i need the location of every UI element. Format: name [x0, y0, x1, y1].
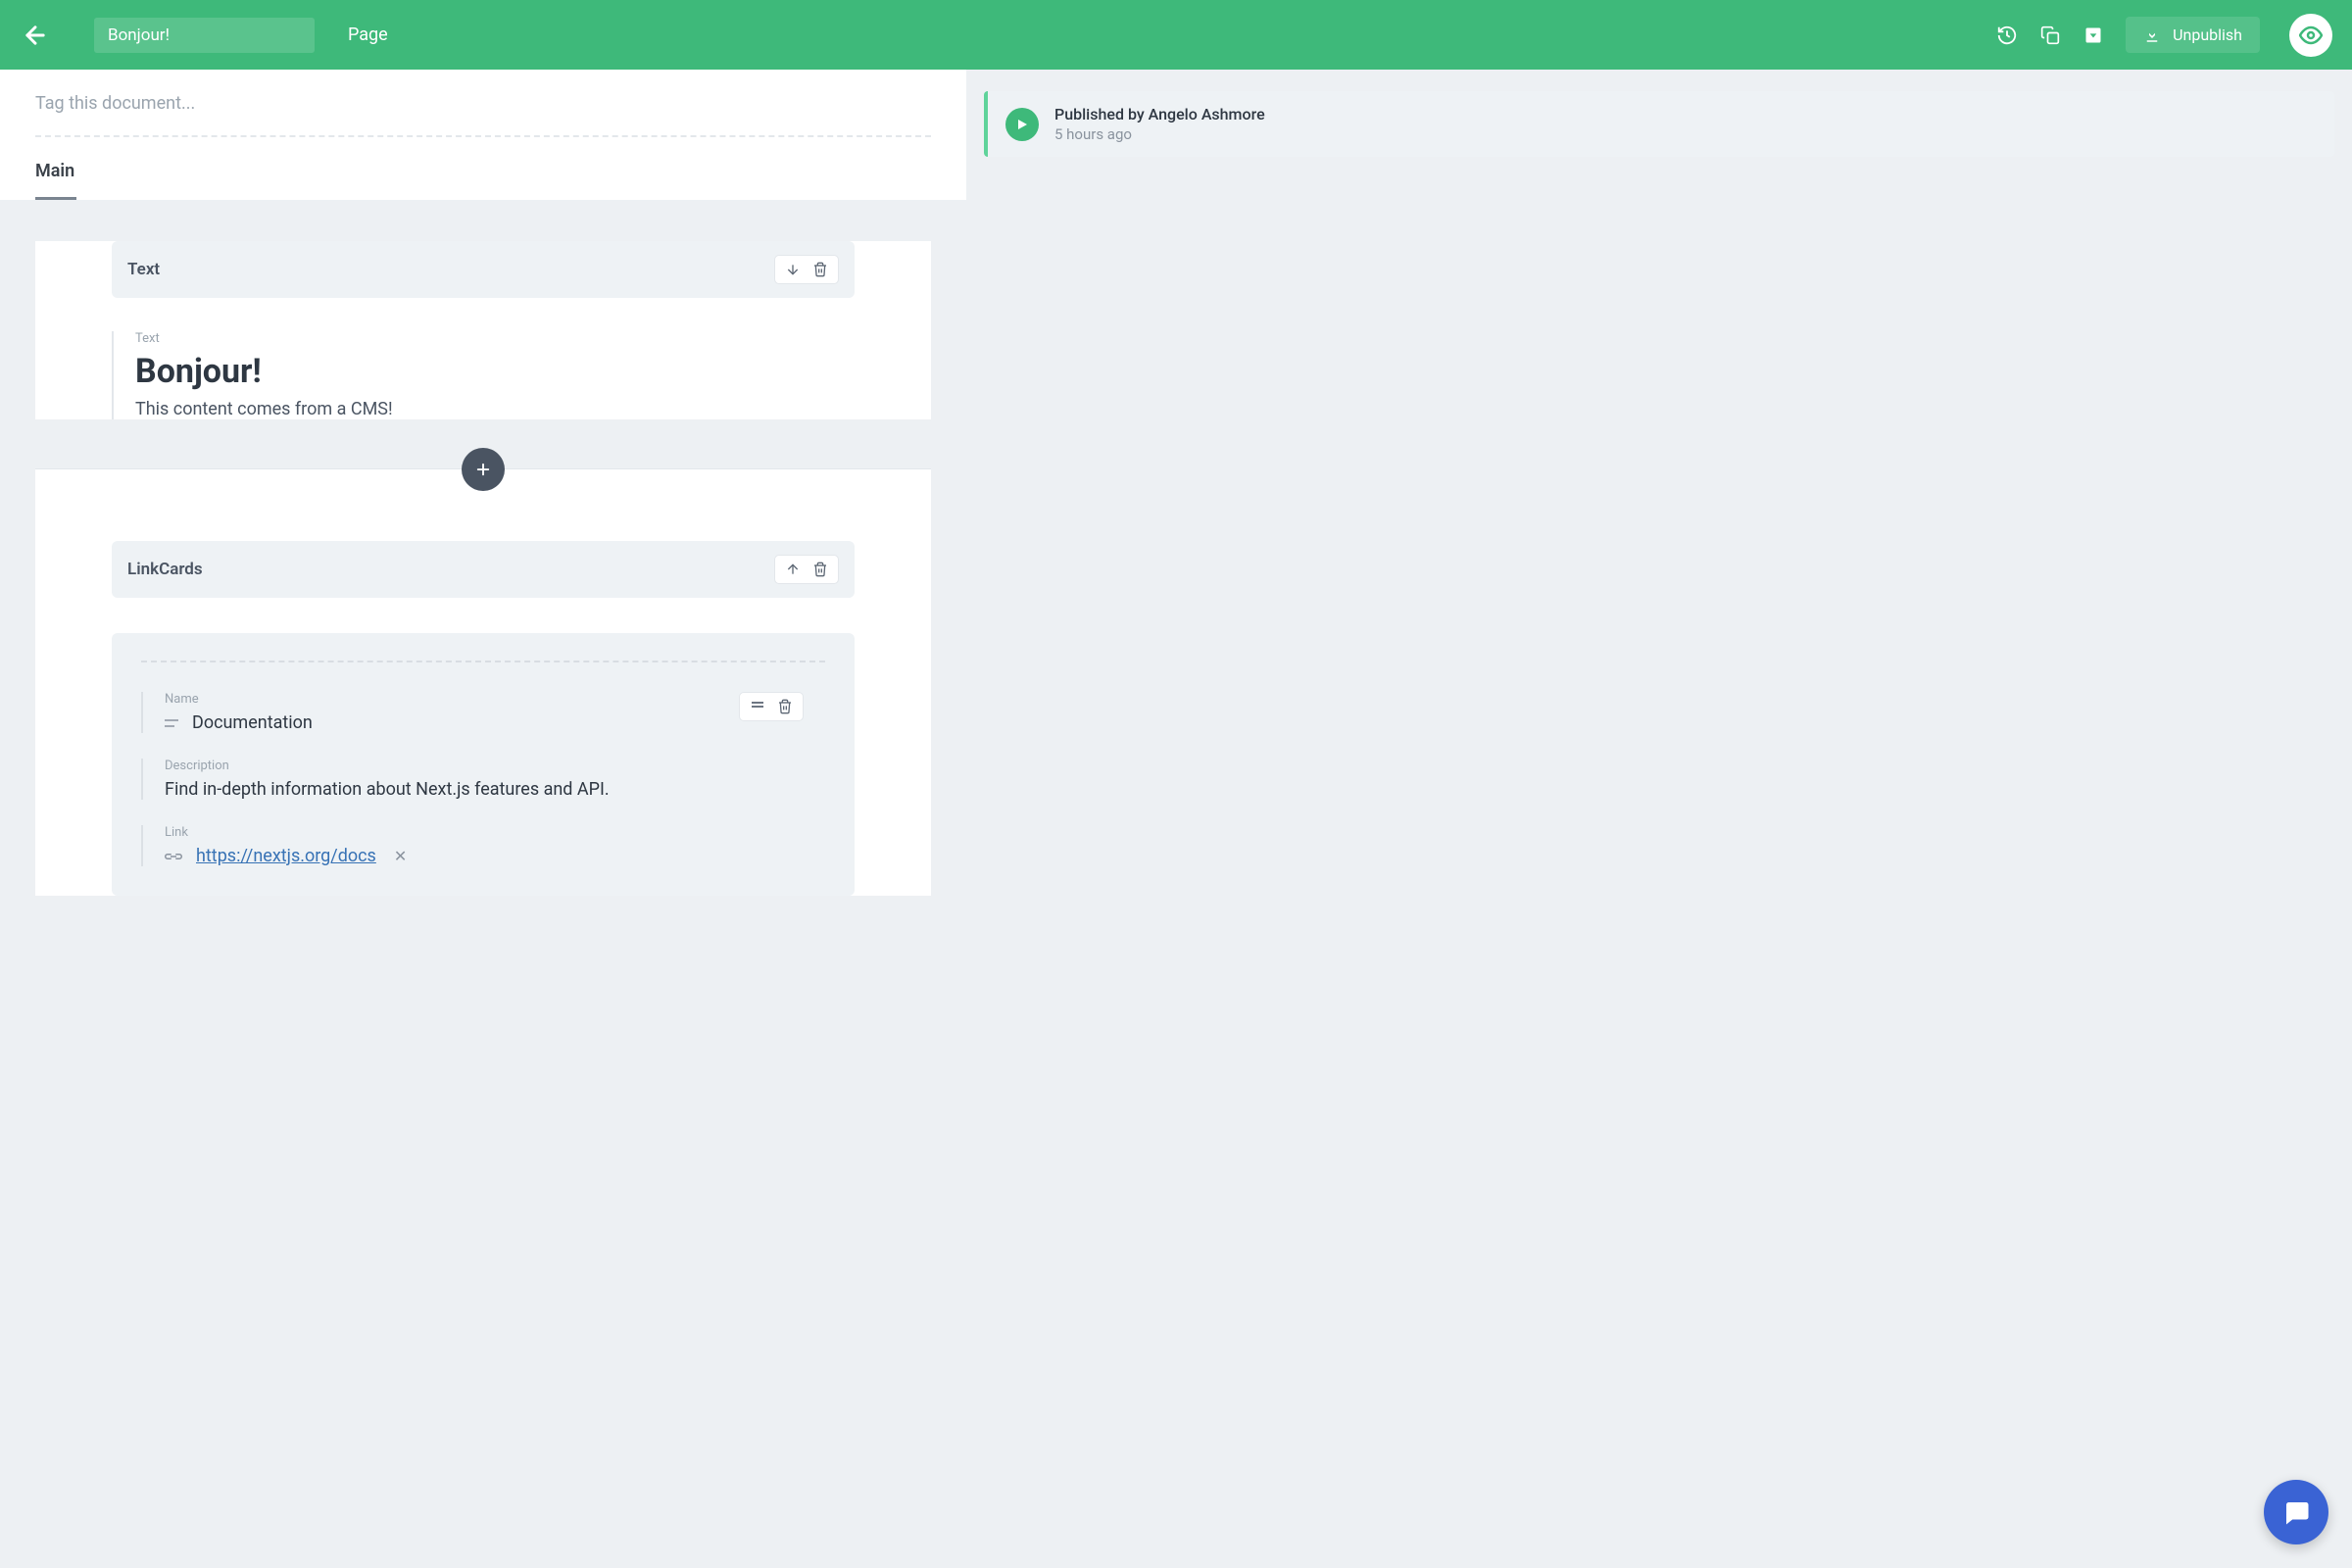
add-slice-button[interactable] [462, 448, 505, 491]
delete-item-button[interactable] [777, 699, 793, 714]
field-group-name[interactable]: Name Documentation [141, 692, 825, 733]
chat-icon [2281, 1497, 2311, 1527]
play-icon [1016, 119, 1028, 130]
tag-input[interactable] [35, 93, 931, 135]
history-button[interactable] [1996, 24, 2018, 46]
app-header: Page Unpublish [0, 0, 2352, 70]
item-divider [141, 661, 825, 662]
preview-button[interactable] [2289, 14, 2332, 57]
publish-status-card[interactable]: Published by Angelo Ashmore 5 hours ago [984, 91, 2334, 157]
drag-handle-icon [750, 699, 765, 710]
sidebar: Published by Angelo Ashmore 5 hours ago [966, 70, 2352, 955]
clear-link-button[interactable]: ✕ [394, 847, 407, 865]
field-group-description[interactable]: Description Find in-depth information ab… [141, 759, 825, 800]
trash-icon [812, 262, 828, 277]
document-type-label: Page [348, 24, 388, 45]
play-icon-badge [1005, 108, 1039, 141]
unpublish-label: Unpublish [2173, 25, 2242, 44]
text-body-value: This content comes from a CMS! [135, 399, 833, 419]
trash-icon [812, 562, 828, 577]
link-icon [165, 852, 182, 861]
copy-icon [2040, 25, 2060, 45]
slice-title: Text [127, 260, 160, 279]
field-group-link[interactable]: Link https://nextjs.org/docs ✕ [141, 825, 825, 866]
delete-slice-button[interactable] [812, 262, 828, 277]
text-field-block[interactable]: Text Bonjour! This content comes from a … [112, 331, 855, 419]
tabs: Main [35, 137, 931, 200]
history-icon [1996, 24, 2018, 46]
add-slice-divider [35, 468, 931, 469]
text-heading-value: Bonjour! [135, 352, 833, 391]
reorder-button[interactable] [750, 699, 765, 714]
plus-icon [474, 461, 492, 478]
field-label-text: Text [135, 331, 833, 346]
trash-icon [777, 699, 793, 714]
chat-widget-button[interactable] [2264, 1480, 2328, 1544]
document-title-input[interactable] [94, 18, 315, 53]
back-button[interactable] [0, 0, 71, 70]
arrow-up-icon [785, 562, 801, 577]
slice-linkcards: LinkCards [35, 469, 931, 896]
move-down-button[interactable] [785, 262, 801, 277]
name-value: Documentation [192, 712, 313, 733]
move-up-button[interactable] [785, 562, 801, 577]
eye-icon [2299, 24, 2323, 47]
publish-title: Published by Angelo Ashmore [1054, 105, 1265, 123]
field-label-link: Link [165, 825, 804, 840]
linkcards-item: Name Documentation [112, 633, 855, 896]
slice-title: LinkCards [127, 560, 203, 579]
description-value: Find in-depth information about Next.js … [165, 779, 804, 800]
archive-button[interactable] [2082, 24, 2104, 46]
slice-header: Text [112, 241, 855, 298]
unpublish-button[interactable]: Unpublish [2126, 17, 2260, 53]
arrow-down-icon [785, 262, 801, 277]
field-label-description: Description [165, 759, 804, 773]
slice-text: Text Text Bonjour! This content comes fr… [35, 241, 931, 419]
link-value[interactable]: https://nextjs.org/docs [196, 846, 376, 866]
tag-area: Main [0, 70, 966, 200]
field-label-name: Name [165, 692, 313, 707]
text-align-icon [165, 718, 178, 728]
slice-header: LinkCards [112, 541, 855, 598]
tab-main[interactable]: Main [35, 151, 76, 200]
copy-button[interactable] [2039, 24, 2061, 46]
download-icon [2143, 26, 2161, 44]
item-actions [739, 692, 804, 721]
slice-actions [774, 255, 839, 284]
publish-time: 5 hours ago [1054, 125, 1265, 143]
delete-slice-button[interactable] [812, 562, 828, 577]
archive-icon [2083, 25, 2103, 45]
arrow-left-icon [22, 22, 49, 49]
slice-actions [774, 555, 839, 584]
